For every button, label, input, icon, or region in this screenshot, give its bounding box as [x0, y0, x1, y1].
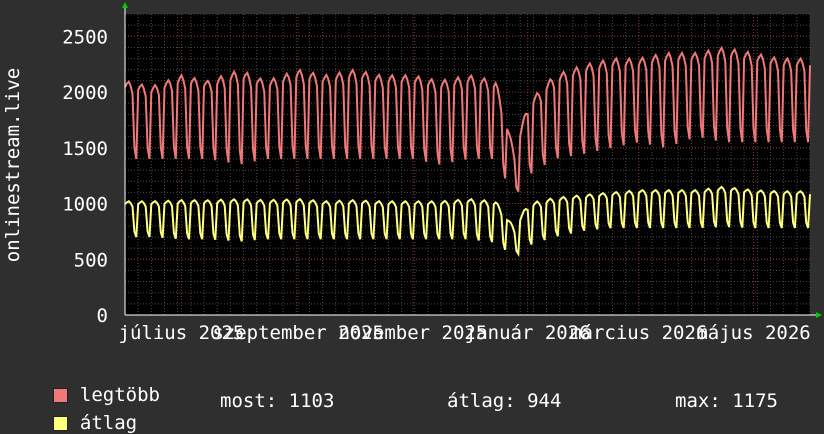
x-tick-label: május 2026: [696, 322, 810, 344]
y-tick-label: 0: [97, 305, 108, 327]
y-tick-label: 2000: [62, 82, 108, 104]
legend-item-atlag: átlag: [30, 390, 137, 434]
stat-average: átlag: 944: [447, 390, 562, 412]
stat-now: most: 1103: [220, 390, 335, 412]
y-tick-label: 500: [74, 249, 108, 271]
x-tick-label: március 2026: [570, 322, 707, 344]
y-tick-label: 1000: [62, 194, 108, 216]
y-axis-arrow-icon: [122, 2, 128, 8]
y-tick-label: 1500: [62, 138, 108, 160]
y-axis-label: onlinestream.live: [2, 68, 24, 262]
y-tick-label: 2500: [62, 26, 108, 48]
legend-swatch-atlag: [52, 416, 68, 431]
stat-max: max: 1175: [675, 390, 778, 412]
x-axis-arrow-icon: [816, 312, 822, 318]
legend-label-atlag: átlag: [79, 412, 138, 434]
